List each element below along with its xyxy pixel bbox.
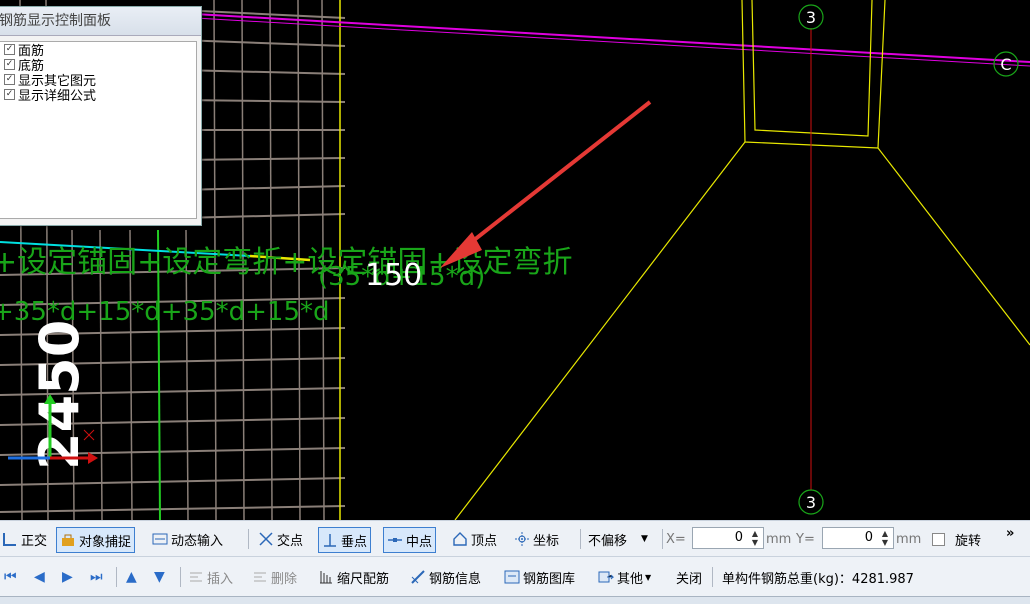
dynamic-input-label: 动态输入 xyxy=(171,533,224,549)
snap-toolbar: 正交 对象捕捉 动态输入 交点 垂点 中点 顶点 坐标 不偏移 ▼ X= 0 ▲… xyxy=(0,520,1030,557)
y-unit: mm xyxy=(896,531,922,547)
rebar-library-icon xyxy=(504,569,520,585)
rebar-toolbar: ⏮ ◀ ▶ ⏭ ▲ ▼ 插入 删除 缩尺配筋 钢筋信息 钢筋图库 其他 ▼ 关闭… xyxy=(0,556,1030,597)
panel-title[interactable]: 钢筋显示控制面板 xyxy=(0,7,201,36)
x-unit: mm xyxy=(766,531,792,547)
svg-text:3: 3 xyxy=(806,8,816,27)
midpoint-label: 中点 xyxy=(406,534,433,550)
scale-rebar-label: 缩尺配筋 xyxy=(337,571,390,587)
checkbox-label: 显示详细公式 xyxy=(18,89,97,104)
rotate-label: 旋转 xyxy=(955,533,982,549)
other-menu-label: 其他 xyxy=(617,571,644,587)
insert-button[interactable]: 插入 xyxy=(188,565,233,589)
y-label: Y= xyxy=(796,531,815,547)
svg-text:C: C xyxy=(1000,55,1011,74)
previous-record-icon[interactable]: ◀ xyxy=(34,565,45,589)
vertex-label: 顶点 xyxy=(471,533,498,549)
axis-bubble-3-top: 3 xyxy=(798,4,824,30)
y-spinner-icon[interactable]: ▲ ▼ xyxy=(879,529,891,547)
ortho-label: 正交 xyxy=(21,533,48,549)
coordinate-icon xyxy=(514,531,530,547)
toolbar-divider xyxy=(248,529,249,549)
toolbar-overflow-button[interactable]: » xyxy=(1006,521,1014,545)
next-record-icon[interactable]: ▶ xyxy=(62,565,73,589)
panel-body: ✓ 面筋 ✓ 底筋 ✓ 显示其它图元 ✓ 显示详细公式 xyxy=(0,41,197,219)
snap-label: 对象捕捉 xyxy=(79,534,132,550)
y-value: 0 xyxy=(864,530,873,545)
rebar-info-icon xyxy=(410,569,426,585)
move-down-icon[interactable]: ▼ xyxy=(154,565,165,589)
dimension-2450: 2450 xyxy=(28,320,91,470)
rebar-info-button[interactable]: 钢筋信息 xyxy=(410,565,481,589)
coordinate-button[interactable]: 坐标 xyxy=(514,527,559,551)
checkbox-icon[interactable]: ✓ xyxy=(4,74,15,85)
formula-line1: +设定锚固+设定弯折+设定锚固+设定弯折 xyxy=(0,245,573,280)
annotation-arrow xyxy=(440,100,652,268)
midpoint-icon xyxy=(387,532,403,548)
perpendicular-icon xyxy=(322,532,338,548)
intersection-icon xyxy=(258,531,274,547)
chevron-down-icon: ▼ xyxy=(645,572,652,582)
rebar-display-panel[interactable]: 钢筋显示控制面板 ✓ 面筋 ✓ 底筋 ✓ 显示其它图元 ✓ 显示详细公式 xyxy=(0,6,202,226)
dynamic-input-button[interactable]: 动态输入 xyxy=(152,527,223,551)
rebar-library-label: 钢筋图库 xyxy=(523,571,576,587)
rebar-info-label: 钢筋信息 xyxy=(429,571,482,587)
scale-rebar-icon xyxy=(318,569,334,585)
delete-icon xyxy=(252,569,268,585)
move-up-icon[interactable]: ▲ xyxy=(126,565,137,589)
x-value: 0 xyxy=(734,530,743,545)
beam-lines xyxy=(194,13,1030,67)
toolbar-divider xyxy=(662,529,663,549)
checkbox-icon[interactable]: ✓ xyxy=(4,44,15,55)
axis-bubble-3-bottom: 3 xyxy=(798,489,824,515)
chevron-down-icon: ▼ xyxy=(641,534,648,544)
ortho-icon xyxy=(2,531,18,547)
x-label: X= xyxy=(666,531,686,547)
perpendicular-label: 垂点 xyxy=(341,534,368,550)
ortho-button[interactable]: 正交 xyxy=(2,527,47,551)
total-weight-label: 单构件钢筋总重(kg)：4281.987 xyxy=(722,571,914,587)
object-snap-button[interactable]: 对象捕捉 xyxy=(56,527,136,553)
rebar-library-button[interactable]: 钢筋图库 xyxy=(504,565,575,589)
toolbar-divider xyxy=(580,529,581,549)
midpoint-button[interactable]: 中点 xyxy=(383,527,437,553)
delete-label: 删除 xyxy=(271,571,298,587)
insert-icon xyxy=(188,569,204,585)
intersection-button[interactable]: 交点 xyxy=(258,527,303,551)
dynamic-input-icon xyxy=(152,531,168,547)
other-menu-button[interactable]: 其他 ▼ xyxy=(598,565,651,589)
checkbox-icon[interactable]: ✓ xyxy=(4,89,15,100)
offset-select[interactable]: 不偏移 ▼ xyxy=(588,527,660,551)
last-record-icon[interactable]: ⏭ xyxy=(90,565,103,589)
svg-text:3: 3 xyxy=(806,493,816,512)
vertex-button[interactable]: 顶点 xyxy=(452,527,497,551)
toolbar-divider xyxy=(712,567,713,587)
coordinate-label: 坐标 xyxy=(533,533,560,549)
rotate-checkbox[interactable]: 旋转 xyxy=(932,527,981,551)
first-record-icon[interactable]: ⏮ xyxy=(4,565,17,589)
scale-rebar-button[interactable]: 缩尺配筋 xyxy=(318,565,389,589)
toolbar-divider xyxy=(180,567,181,587)
x-spinner-icon[interactable]: ▲ ▼ xyxy=(749,529,761,547)
y-input[interactable]: 0 ▲ ▼ xyxy=(822,527,894,549)
close-button[interactable]: 关闭 xyxy=(676,565,702,589)
checkbox-show-formula[interactable]: ✓ 显示详细公式 xyxy=(0,87,196,104)
other-menu-icon xyxy=(598,569,615,585)
delete-button[interactable]: 删除 xyxy=(252,565,297,589)
x-input[interactable]: 0 ▲ ▼ xyxy=(692,527,764,549)
checkbox-icon[interactable]: ✓ xyxy=(4,59,15,70)
dimension-150: 150 xyxy=(365,258,422,293)
cad-drawing-canvas[interactable]: 3 3 C +设定锚固+设定弯折+设定锚固+设定弯折 (35*d+15*d) +… xyxy=(0,0,1030,520)
toolbar-divider xyxy=(116,567,117,587)
offset-select-value: 不偏移 xyxy=(588,533,628,549)
checkbox-icon[interactable] xyxy=(932,532,945,546)
vertex-icon xyxy=(452,531,468,547)
perpendicular-button[interactable]: 垂点 xyxy=(318,527,372,553)
intersection-label: 交点 xyxy=(277,533,304,549)
insert-label: 插入 xyxy=(207,571,234,587)
snap-icon xyxy=(60,532,76,548)
